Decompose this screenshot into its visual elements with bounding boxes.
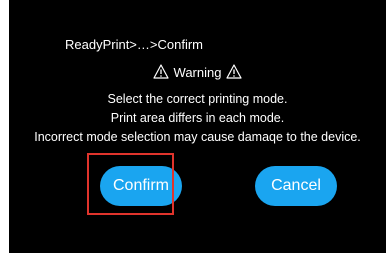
warning-message-line-3: Incorrect mode selection may cause damaq…: [34, 130, 361, 144]
breadcrumb: ReadyPrint>…>Confirm: [65, 37, 203, 52]
confirm-dialog-screen: ReadyPrint>…>Confirm Warning Select the …: [9, 0, 386, 253]
warning-header: Warning: [9, 64, 386, 80]
confirm-button[interactable]: Confirm: [100, 166, 182, 206]
cancel-button[interactable]: Cancel: [255, 166, 337, 206]
warning-message-line-1: Select the correct printing mode.: [107, 92, 288, 106]
warning-message-line-2: Print area differs in each mode.: [110, 111, 285, 125]
warning-triangle-icon: [226, 64, 243, 79]
warning-triangle-icon: [152, 64, 169, 79]
warning-title: Warning: [173, 65, 222, 80]
